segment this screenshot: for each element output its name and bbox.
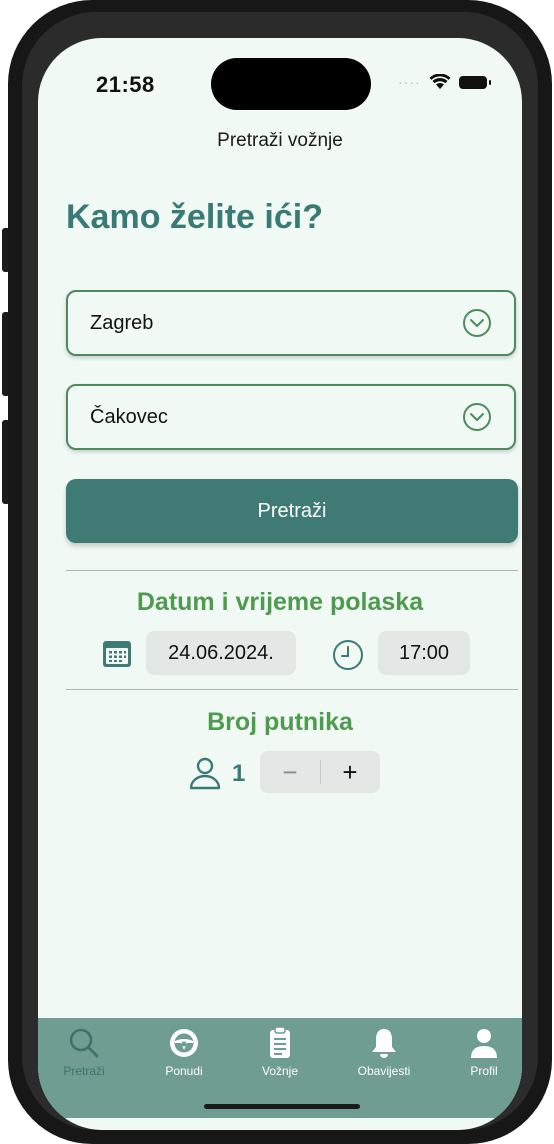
tab-voznje[interactable]: Vožnje (232, 1026, 328, 1078)
calendar-icon[interactable] (102, 638, 132, 668)
to-location-select[interactable]: Čakovec (66, 384, 516, 450)
tab-label: Obavijesti (357, 1064, 411, 1078)
clock-icon[interactable] (332, 639, 364, 671)
to-location-value: Čakovec (90, 406, 168, 428)
destination-heading: Kamo želite ići? (66, 198, 323, 236)
from-location-value: Zagreb (90, 312, 154, 334)
clipboard-icon (270, 1026, 290, 1058)
status-icons: ···· (398, 74, 491, 90)
tab-obavijesti[interactable]: Obavijesti (336, 1026, 432, 1078)
signal-icon: ···· (398, 74, 421, 90)
tab-label: Vožnje (261, 1064, 299, 1078)
tab-label: Profil (470, 1064, 498, 1078)
dynamic-island (211, 58, 371, 110)
chevron-down-circle-icon[interactable] (462, 308, 492, 338)
date-picker[interactable]: 24.06.2024. (146, 631, 296, 675)
status-time: 21:58 (96, 72, 155, 97)
page-title: Pretraži vožnje (217, 130, 343, 151)
tab-label: Ponudi (165, 1064, 203, 1078)
bell-icon (372, 1029, 396, 1058)
divider (66, 689, 518, 690)
app-screen: 21:58 ···· Pretraži vožnje Kamo želite i… (38, 38, 522, 1130)
divider (66, 570, 518, 571)
from-location-select[interactable]: Zagreb (66, 290, 516, 356)
tab-pretrazi[interactable]: Pretraži (38, 1026, 132, 1078)
tab-ponudi[interactable]: Ponudi (136, 1026, 232, 1078)
decrement-button[interactable]: − (260, 751, 320, 793)
search-button[interactable]: Pretraži (66, 479, 518, 543)
home-indicator (204, 1104, 360, 1109)
wifi-icon (429, 74, 451, 89)
tab-profil[interactable]: Profil (436, 1026, 522, 1078)
passenger-stepper[interactable]: − + (260, 751, 380, 793)
time-picker[interactable]: 17:00 (378, 631, 470, 675)
passengers-title: Broj putnika (207, 708, 353, 736)
search-icon (69, 1028, 99, 1058)
battery-icon (458, 75, 491, 89)
increment-button[interactable]: + (320, 751, 380, 793)
tab-label: Pretraži (63, 1064, 105, 1078)
datetime-title: Datum i vrijeme polaska (136, 588, 424, 616)
steering-wheel-icon (170, 1029, 198, 1057)
passenger-count: 1 (232, 760, 246, 787)
chevron-down-circle-icon[interactable] (462, 402, 492, 432)
person-fill-icon (471, 1029, 497, 1058)
person-icon (189, 757, 221, 790)
tab-bar: Pretraži Ponudi Vožnje Obavijesti Profil (38, 1018, 522, 1118)
